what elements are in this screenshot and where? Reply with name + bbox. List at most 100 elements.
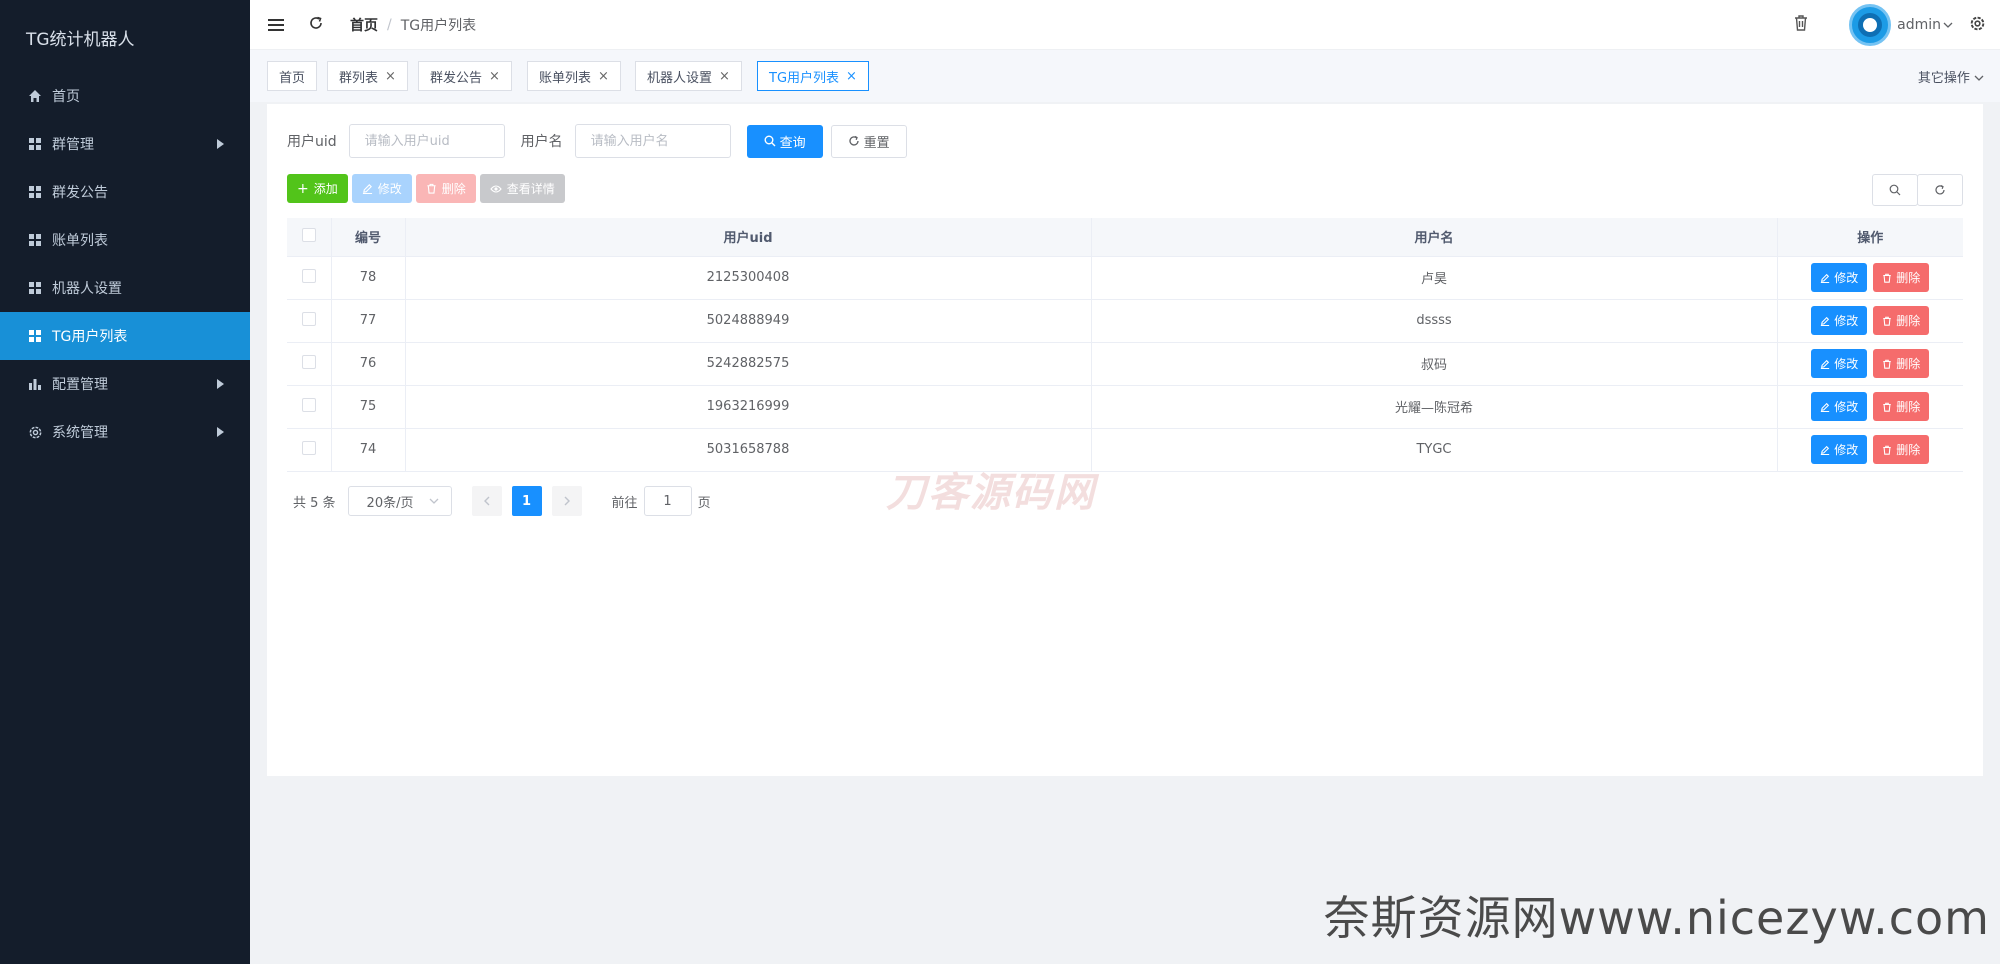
query-button[interactable]: 查询 <box>746 124 823 158</box>
close-icon[interactable]: × <box>598 69 609 84</box>
row-edit-button[interactable]: 修改 <box>1811 392 1868 421</box>
refresh-table-button[interactable] <box>1917 174 1963 206</box>
pagination: 共 5 条 20条/页 1 前往 页 <box>293 486 711 516</box>
chevron-down-icon <box>1974 75 1984 81</box>
sidebar-item-label: TG用户列表 <box>52 329 128 345</box>
trash-icon[interactable] <box>1793 14 1809 36</box>
row-edit-button[interactable]: 修改 <box>1811 263 1868 292</box>
username-search-input[interactable] <box>574 124 731 158</box>
cell-username: 光耀—陈冠希 <box>1091 385 1778 429</box>
sidebar-item-config[interactable]: 配置管理 <box>0 360 250 408</box>
tab-bot-settings[interactable]: 机器人设置 × <box>635 61 742 91</box>
user-name[interactable]: admin <box>1897 17 1941 33</box>
cell-id: 77 <box>331 299 406 343</box>
refresh-icon <box>1935 184 1945 195</box>
trash-icon <box>1883 359 1891 369</box>
view-details-button[interactable]: 查看详情 <box>479 174 565 203</box>
close-icon[interactable]: × <box>489 69 500 84</box>
search-icon <box>1889 184 1901 196</box>
avatar[interactable] <box>1849 4 1892 46</box>
sidebar-item-bills[interactable]: 账单列表 <box>0 216 250 264</box>
refresh-icon[interactable] <box>308 15 324 35</box>
row-delete-button[interactable]: 删除 <box>1873 263 1930 292</box>
hamburger-icon[interactable] <box>268 16 284 34</box>
cell-id: 76 <box>331 342 406 386</box>
uid-label: 用户uid <box>287 134 337 150</box>
row-checkbox[interactable] <box>301 268 316 283</box>
trash-icon <box>1883 402 1891 412</box>
row-edit-button[interactable]: 修改 <box>1811 306 1868 335</box>
caret-right-icon <box>217 427 224 437</box>
reset-button[interactable]: 重置 <box>830 124 907 158</box>
tab-bills[interactable]: 账单列表 × <box>527 61 621 91</box>
uid-search-input[interactable] <box>348 124 505 158</box>
row-delete-button[interactable]: 删除 <box>1873 392 1930 421</box>
sidebar-item-home[interactable]: 首页 <box>0 72 250 120</box>
table-row: 76 5242882575 叔码 修改 删除 <box>287 342 1963 386</box>
sidebar-item-group-management[interactable]: 群管理 <box>0 120 250 168</box>
row-checkbox[interactable] <box>301 397 316 412</box>
cell-id: 78 <box>331 256 406 300</box>
goto-page-input[interactable] <box>643 486 692 516</box>
toggle-search-button[interactable] <box>1872 174 1918 206</box>
grid-icon <box>26 231 44 249</box>
breadcrumb-home[interactable]: 首页 <box>350 15 378 35</box>
select-all-checkbox[interactable] <box>301 227 316 242</box>
sidebar-item-bot-settings[interactable]: 机器人设置 <box>0 264 250 312</box>
table-header-row: 编号 用户uid 用户名 操作 <box>287 218 1963 257</box>
search-icon <box>764 135 776 147</box>
settings-gear-icon[interactable] <box>1969 15 1986 36</box>
app-title: TG统计机器人 <box>26 30 135 50</box>
table-row: 74 5031658788 TYGC 修改 删除 <box>287 428 1963 472</box>
close-icon[interactable]: × <box>385 69 396 84</box>
total-count: 共 5 条 <box>293 495 336 511</box>
tab-tg-users[interactable]: TG用户列表 × <box>757 61 869 91</box>
edit-icon <box>1821 316 1830 326</box>
cell-uid: 1963216999 <box>405 385 1092 429</box>
row-edit-button[interactable]: 修改 <box>1811 349 1868 378</box>
edit-label: 修改 <box>377 182 402 196</box>
caret-right-icon <box>217 379 224 389</box>
tab-label: 首页 <box>279 70 306 86</box>
cell-username: 卢昊 <box>1091 256 1778 300</box>
edit-button[interactable]: 修改 <box>351 174 412 203</box>
close-icon[interactable]: × <box>719 69 730 84</box>
add-button[interactable]: + 添加 <box>287 174 348 203</box>
other-operations-dropdown[interactable]: 其它操作 <box>1918 67 1984 86</box>
chevron-down-icon[interactable] <box>1943 17 1953 33</box>
tab-group-list[interactable]: 群列表 × <box>327 61 408 91</box>
delete-button[interactable]: 删除 <box>415 174 476 203</box>
delete-label: 删除 <box>441 182 466 196</box>
cell-id: 75 <box>331 385 406 429</box>
row-edit-button[interactable]: 修改 <box>1811 435 1868 464</box>
row-checkbox[interactable] <box>301 311 316 326</box>
edit-icon <box>1821 359 1830 369</box>
row-checkbox[interactable] <box>301 354 316 369</box>
tab-label: 群列表 <box>339 70 379 86</box>
cell-uid: 5242882575 <box>405 342 1092 386</box>
prev-page-button[interactable] <box>471 486 502 516</box>
row-delete-button[interactable]: 删除 <box>1873 349 1930 378</box>
cell-actions: 修改 删除 <box>1777 428 1963 472</box>
page-number-current[interactable]: 1 <box>511 486 542 516</box>
view-label: 查看详情 <box>506 182 555 196</box>
sidebar-item-tg-users[interactable]: TG用户列表 <box>0 312 250 360</box>
users-table: 编号 用户uid 用户名 操作 78 2125300408 卢昊 修改 删除 77… <box>287 218 1963 472</box>
tab-announcement[interactable]: 群发公告 × <box>418 61 512 91</box>
sidebar-item-announcement[interactable]: 群发公告 <box>0 168 250 216</box>
table-row: 77 5024888949 dssss 修改 删除 <box>287 299 1963 343</box>
sidebar-item-system[interactable]: 系统管理 <box>0 408 250 456</box>
row-edit-label: 修改 <box>1834 357 1859 371</box>
row-delete-button[interactable]: 删除 <box>1873 306 1930 335</box>
close-icon[interactable]: × <box>846 69 857 84</box>
tab-home[interactable]: 首页 <box>267 61 318 91</box>
cell-actions: 修改 删除 <box>1777 385 1963 429</box>
next-page-button[interactable] <box>551 486 582 516</box>
page-size-select[interactable]: 20条/页 <box>347 486 452 516</box>
row-checkbox[interactable] <box>301 440 316 455</box>
column-header-id: 编号 <box>331 218 406 257</box>
row-delete-button[interactable]: 删除 <box>1873 435 1930 464</box>
home-icon <box>26 87 44 105</box>
reset-label: 重置 <box>863 135 890 151</box>
sidebar-item-label: 系统管理 <box>52 425 108 441</box>
